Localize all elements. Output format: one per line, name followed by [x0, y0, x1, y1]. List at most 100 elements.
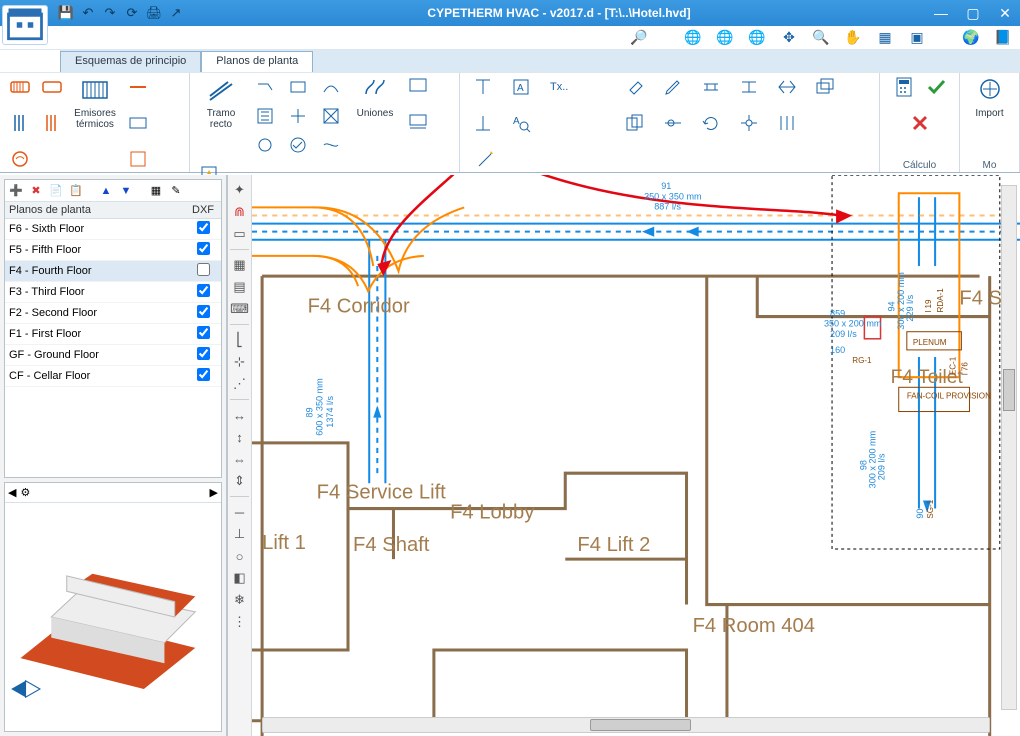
ed-stack[interactable] [808, 75, 842, 107]
floor-row[interactable]: GF - Ground Floor [5, 345, 221, 366]
help-book-icon[interactable]: 📘 [994, 29, 1012, 47]
cond-btn-1[interactable] [250, 75, 280, 101]
ed-bars[interactable] [770, 111, 804, 143]
ed-find-text[interactable]: A [504, 111, 538, 143]
vt-snap4-icon[interactable]: ⇕ [231, 472, 249, 490]
vt-freeze-icon[interactable]: ❄ [231, 591, 249, 609]
floor-del-icon[interactable]: ✖ [28, 183, 44, 199]
cond-btn-3[interactable] [316, 75, 346, 101]
floor-dxf-checkbox[interactable] [197, 284, 210, 297]
vt-more-icon[interactable]: ⋮ [231, 613, 249, 631]
cond-btn-6[interactable] [316, 104, 346, 130]
floor-row[interactable]: CF - Cellar Floor [5, 366, 221, 387]
floor-frame-icon[interactable]: ▦ [148, 183, 164, 199]
vt-line-icon[interactable]: ─ [231, 503, 249, 521]
floor-dxf-checkbox[interactable] [197, 242, 210, 255]
vt-color-icon[interactable]: ◧ [231, 569, 249, 587]
ed-pencil[interactable] [656, 75, 690, 107]
vt-diag-icon[interactable]: ⋰ [231, 375, 249, 393]
ed-copy[interactable] [618, 111, 652, 143]
emisores-termicos-button[interactable]: Emisores térmicos [70, 75, 120, 143]
ed-slider[interactable] [656, 111, 690, 143]
maximize-button[interactable]: ▢ [958, 0, 988, 26]
col-name[interactable]: Planos de planta [5, 202, 185, 219]
ed-flip[interactable] [770, 75, 804, 107]
vt-magnet-icon[interactable]: ⋒ [231, 203, 249, 221]
floor-edit-icon[interactable]: ✎ [168, 183, 184, 199]
preview-3d-viewport[interactable] [5, 503, 221, 731]
redo-icon[interactable]: ↷ [102, 5, 118, 21]
floor-dxf-checkbox[interactable] [197, 347, 210, 360]
emisor-btn-2[interactable] [6, 111, 34, 143]
import-button[interactable]: Import [966, 75, 1013, 143]
emisor-btn-5[interactable] [38, 111, 66, 143]
cond-btn-8[interactable] [283, 133, 313, 159]
floor-dxf-checkbox[interactable] [197, 326, 210, 339]
floor-up-icon[interactable]: ▲ [98, 183, 114, 199]
cond-btn-10[interactable] [404, 75, 432, 107]
floor-dxf-checkbox[interactable] [197, 263, 210, 276]
ed-align-text[interactable]: A [504, 75, 538, 107]
vt-ortho-icon[interactable]: ⊹ [231, 353, 249, 371]
export-icon[interactable]: ↗ [168, 5, 184, 21]
vt-snap3-icon[interactable]: ⇔ [231, 450, 249, 468]
globe-n-icon[interactable]: 🌐 [684, 29, 702, 47]
expand-icon[interactable]: ▶ [210, 486, 218, 499]
minimize-button[interactable]: — [926, 0, 956, 26]
uniones-button[interactable]: Uniones [350, 75, 400, 143]
cond-btn-5[interactable] [283, 104, 313, 130]
floor-copy-icon[interactable]: 📄 [48, 183, 64, 199]
horizontal-scrollbar[interactable] [262, 717, 990, 733]
cond-btn-11[interactable] [404, 111, 432, 143]
save-icon[interactable]: 💾 [58, 5, 74, 21]
cond-btn-7[interactable] [250, 133, 280, 159]
check-button[interactable] [922, 75, 950, 107]
tab-planos[interactable]: Planos de planta [201, 51, 313, 73]
floor-row[interactable]: F1 - First Floor [5, 324, 221, 345]
app-menu-button[interactable] [2, 5, 48, 45]
col-dxf[interactable]: DXF [185, 202, 221, 219]
floor-row[interactable]: F5 - Fifth Floor [5, 240, 221, 261]
floor-row[interactable]: F6 - Sixth Floor [5, 219, 221, 240]
ed-center[interactable] [732, 111, 766, 143]
vt-circle-icon[interactable]: ○ [231, 547, 249, 565]
tab-esquemas[interactable]: Esquemas de principio [60, 51, 201, 73]
calc-x-button[interactable] [906, 111, 934, 143]
vertical-scrollbar[interactable] [1001, 185, 1017, 710]
cond-btn-9[interactable] [316, 133, 346, 159]
vt-gridfine-icon[interactable]: ▤ [231, 278, 249, 296]
zoom-in-icon[interactable]: 🔍 [812, 29, 830, 47]
emisor-btn-7[interactable] [124, 111, 152, 143]
help-globe-icon[interactable]: 🌍 [962, 29, 980, 47]
floor-row[interactable]: F4 - Fourth Floor [5, 261, 221, 282]
ed-dim[interactable] [694, 75, 728, 107]
vt-keypad-icon[interactable]: ⌨ [231, 300, 249, 318]
floor-dxf-checkbox[interactable] [197, 368, 210, 381]
lasso-icon[interactable]: ✥ [780, 29, 798, 47]
fullscreen-icon[interactable]: ▣ [908, 29, 926, 47]
print-icon[interactable]: 🖨 [146, 5, 162, 21]
vt-snap2-icon[interactable]: ↕ [231, 428, 249, 446]
globe-e-icon[interactable]: 🌐 [716, 29, 734, 47]
floor-row[interactable]: F2 - Second Floor [5, 303, 221, 324]
vt-rect-icon[interactable]: ▭ [231, 225, 249, 243]
ed-text[interactable]: Tx.. [542, 75, 576, 107]
emisor-btn-1[interactable] [6, 75, 34, 107]
view3d-gear-icon[interactable]: ⚙ [20, 486, 30, 499]
emisor-btn-6[interactable] [124, 75, 152, 107]
vt-perp-icon[interactable]: ⊥ [231, 525, 249, 543]
cond-btn-2[interactable] [283, 75, 313, 101]
floor-row[interactable]: F3 - Third Floor [5, 282, 221, 303]
floor-dxf-checkbox[interactable] [197, 221, 210, 234]
ed-rotate[interactable] [694, 111, 728, 143]
find-icon[interactable]: 🔎 [630, 29, 648, 47]
vt-grid-icon[interactable]: ▦ [231, 256, 249, 274]
drawing-canvas[interactable]: F4 Corridor F4 Service Lift F4 Lobby Lif… [252, 175, 1020, 736]
floor-down-icon[interactable]: ▼ [118, 183, 134, 199]
floor-paste-icon[interactable]: 📋 [68, 183, 84, 199]
hand-icon[interactable]: ✋ [844, 29, 862, 47]
window-stack-icon[interactable]: ▦ [876, 29, 894, 47]
globe-s-icon[interactable]: 🌐 [748, 29, 766, 47]
vt-snap1-icon[interactable]: ↔ [231, 406, 249, 424]
ed-erase[interactable] [618, 75, 652, 107]
